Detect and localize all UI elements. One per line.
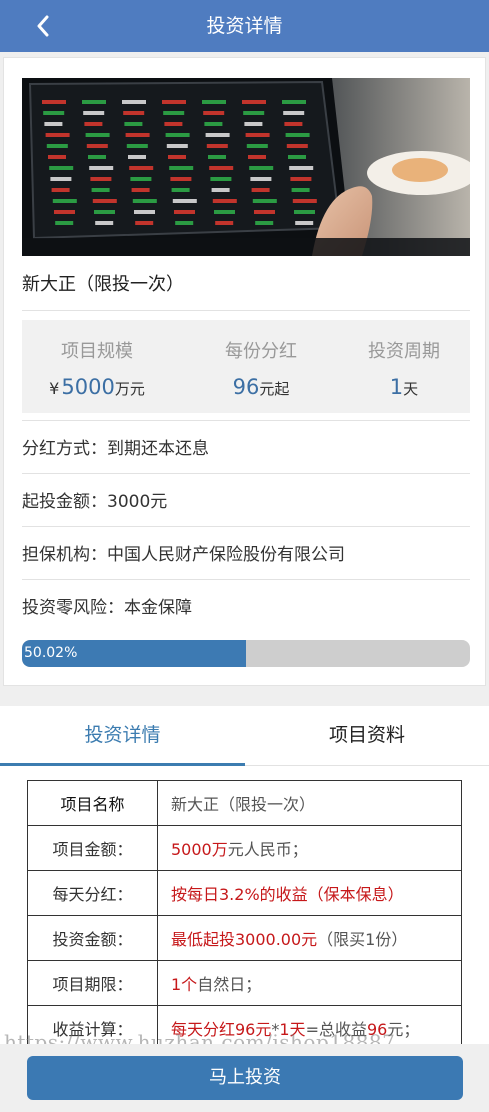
value-segment: =总收益 [305, 1020, 367, 1039]
stat-unit: 元起 [259, 380, 290, 398]
currency-symbol: ¥ [49, 379, 60, 398]
project-stats: 项目规模 ¥5000万元 每份分红 96元起 投资周期 1天 [22, 320, 470, 413]
table-row: 项目期限： 1个自然日； [27, 960, 462, 1006]
table-value: 按每日3.2%的收益（保本保息） [157, 870, 462, 916]
divider [22, 579, 470, 580]
table-header-value: 新大正（限投一次） [157, 780, 462, 826]
table-value: 5000万元人民币； [157, 825, 462, 871]
divider [22, 420, 470, 421]
value-segment: 5000万 [171, 840, 228, 859]
stat-value: 5000 [61, 375, 115, 399]
project-card: 新大正（限投一次） 项目规模 ¥5000万元 每份分红 96元起 投资周期 1天… [3, 57, 486, 686]
stat-scale: 项目规模 ¥5000万元 [22, 320, 172, 399]
top-nav-bar: 投资详情 [0, 0, 489, 52]
value-segment: 元； [387, 1020, 420, 1039]
stat-value: 96 [232, 375, 260, 399]
info-min-investment: 起投金额：3000元 [22, 492, 168, 512]
table-row: 项目金额： 5000万元人民币； [27, 825, 462, 871]
project-name: 新大正（限投一次） [22, 274, 184, 295]
divider [22, 526, 470, 527]
info-guarantor: 担保机构：中国人民财产保险股份有限公司 [22, 545, 345, 565]
bottom-action-bar: 马上投资 [0, 1044, 489, 1112]
value-segment: （限买1份） [317, 930, 408, 949]
table-row: 每天分红： 按每日3.2%的收益（保本保息） [27, 870, 462, 916]
table-header-key: 项目名称 [27, 780, 158, 826]
stat-unit: 万元 [114, 380, 145, 398]
invest-now-button[interactable]: 马上投资 [27, 1056, 463, 1100]
table-key: 投资金额： [27, 915, 158, 961]
table-key: 项目金额： [27, 825, 158, 871]
table-key: 项目期限： [27, 960, 158, 1006]
info-dividend-method: 分红方式：到期还本还息 [22, 439, 209, 459]
value-segment: 元人民币； [227, 840, 308, 859]
table-value: 1个自然日； [157, 960, 462, 1006]
tab-project-materials[interactable]: 项目资料 [245, 706, 489, 766]
value-segment: 1个 [171, 975, 198, 994]
stat-label: 投资周期 [368, 341, 440, 362]
stat-label: 项目规模 [61, 341, 133, 362]
divider [22, 310, 470, 311]
tab-investment-details[interactable]: 投资详情 [0, 706, 245, 766]
value-segment: 自然日； [197, 975, 262, 994]
stat-period: 投资周期 1天 [338, 320, 470, 399]
progress-label: 50.02% [24, 645, 78, 661]
table-row: 项目名称 新大正（限投一次） [27, 780, 462, 826]
value-segment: 1天 [279, 1020, 306, 1039]
tab-bar: 投资详情 项目资料 [0, 706, 489, 766]
stat-unit: 天 [403, 380, 419, 398]
table-value: 最低起投3000.00元（限买1份） [157, 915, 462, 961]
project-banner-image [22, 78, 470, 256]
table-row: 投资金额： 最低起投3000.00元（限买1份） [27, 915, 462, 961]
value-segment: 最低起投3000.00元 [171, 930, 318, 949]
info-risk: 投资零风险：本金保障 [22, 598, 192, 618]
page-title: 投资详情 [206, 15, 283, 37]
divider [22, 473, 470, 474]
value-segment: 96 [366, 1020, 388, 1039]
detail-table: 项目名称 新大正（限投一次） 项目金额： 5000万元人民币； 每天分红： 按每日3.… [27, 780, 462, 1051]
stat-dividend: 每份分红 96元起 [186, 320, 336, 399]
stat-label: 每份分红 [225, 341, 297, 362]
table-key: 每天分红： [27, 870, 158, 916]
value-segment: 按每日3.2%的收益（保本保息） [171, 885, 404, 904]
value-segment: 每天分红96元 [171, 1020, 272, 1039]
funding-progress-bar: 50.02% [22, 640, 470, 667]
stat-value: 1 [389, 375, 404, 399]
